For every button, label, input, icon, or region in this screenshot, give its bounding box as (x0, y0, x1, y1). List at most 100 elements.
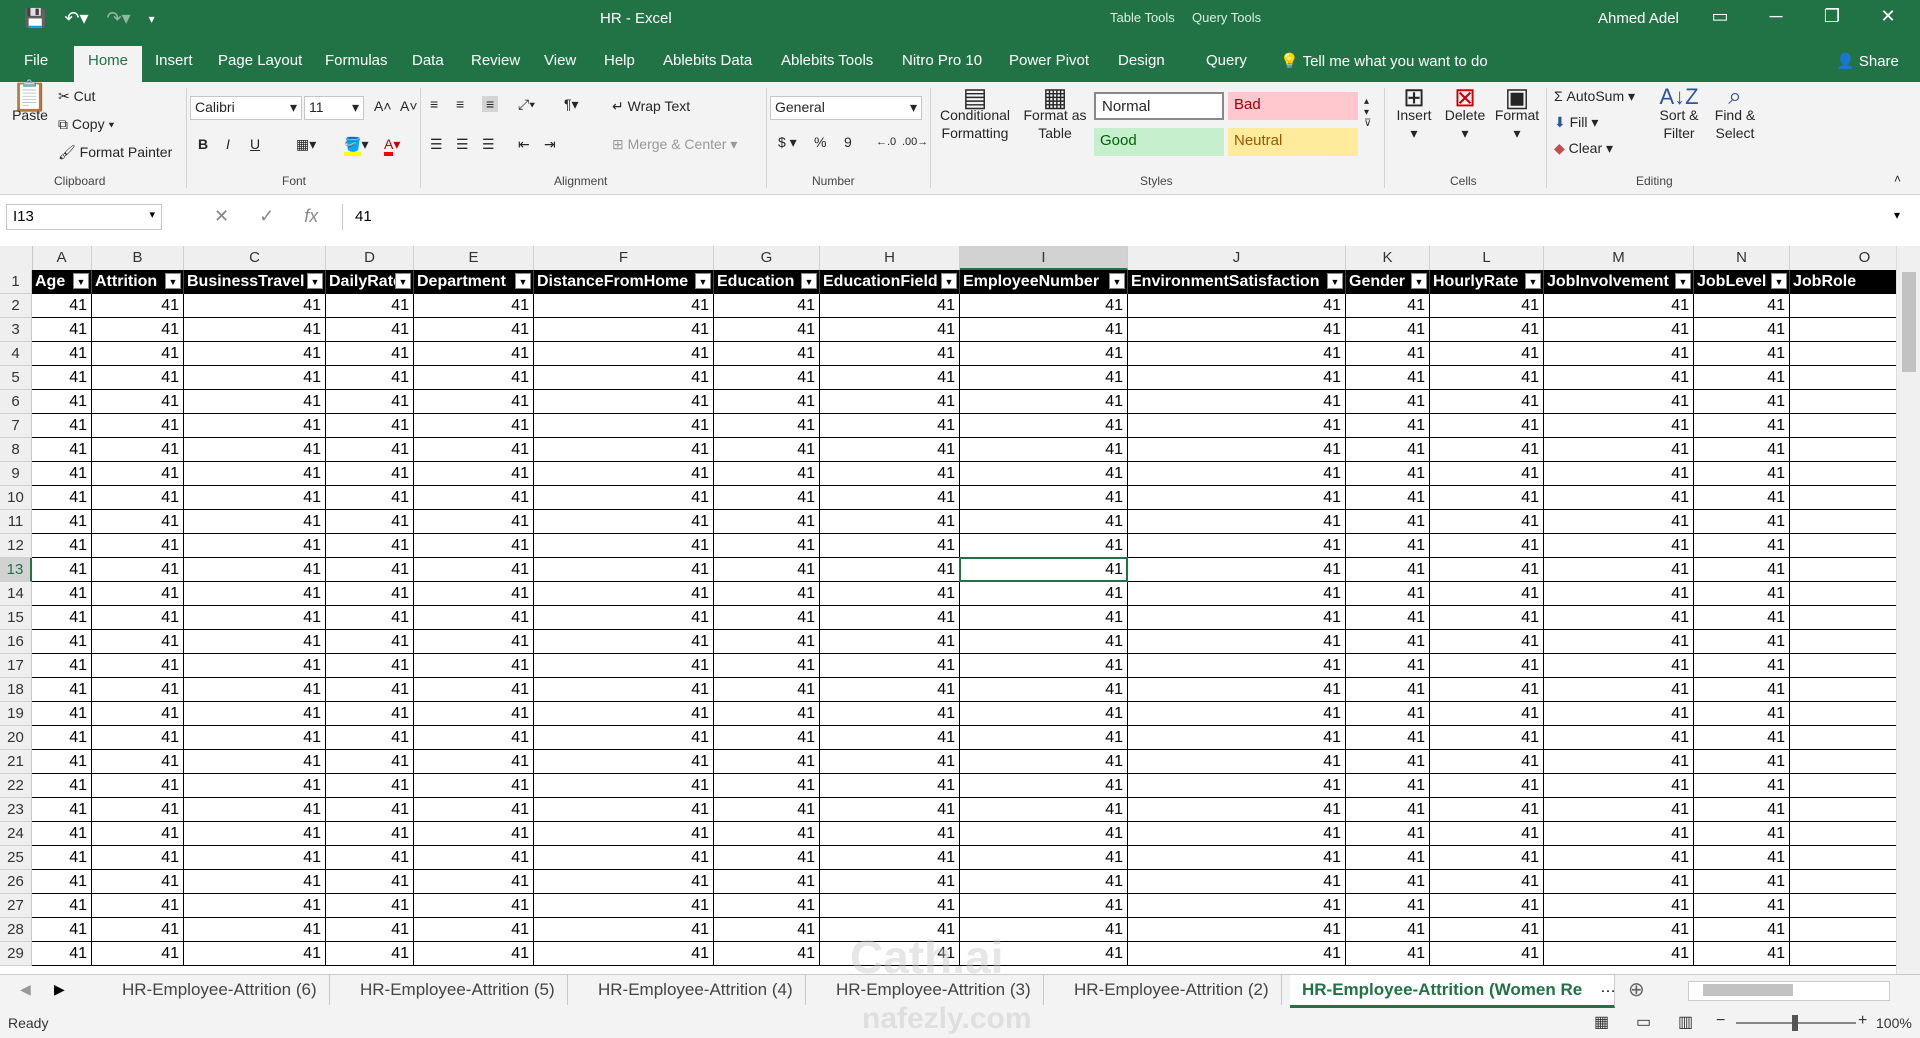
table-cell[interactable]: 41 (714, 918, 820, 942)
table-cell[interactable]: 41 (960, 630, 1128, 654)
table-cell[interactable]: 41 (714, 534, 820, 558)
table-cell[interactable]: 41 (1346, 894, 1430, 918)
table-cell[interactable]: 41 (414, 870, 534, 894)
minimize-icon[interactable]: ─ (1756, 6, 1796, 27)
table-cell[interactable]: 41 (1346, 558, 1430, 582)
merge-center-button[interactable]: ⊞ Merge & Center ▾ (612, 136, 737, 153)
table-cell[interactable]: 41 (1694, 678, 1790, 702)
cut-button[interactable]: ✂ Cut (58, 88, 95, 105)
table-cell[interactable]: 41 (1128, 414, 1346, 438)
table-cell[interactable]: 41 (820, 726, 960, 750)
table-cell[interactable]: 41 (414, 462, 534, 486)
table-cell[interactable]: 41 (960, 366, 1128, 390)
format-as-table-button[interactable]: ▦ Format as Table (1020, 84, 1090, 142)
table-cell[interactable]: 41 (326, 294, 414, 318)
table-cell[interactable]: 41 (714, 798, 820, 822)
table-cell[interactable]: 41 (714, 678, 820, 702)
table-cell[interactable]: 41 (1346, 870, 1430, 894)
increase-decimal-icon[interactable]: ←.0 (876, 136, 896, 148)
table-cell[interactable]: 41 (326, 942, 414, 966)
table-cell[interactable]: 41 (820, 870, 960, 894)
table-cell[interactable]: 41 (1346, 678, 1430, 702)
table-cell[interactable]: 41 (820, 390, 960, 414)
zoom-slider-thumb[interactable] (1792, 1015, 1798, 1031)
tab-query[interactable]: Query (1206, 52, 1247, 69)
table-cell[interactable]: 41 (32, 414, 92, 438)
comma-style-button[interactable]: 9 (844, 134, 852, 150)
table-cell[interactable]: 41 (820, 774, 960, 798)
table-cell[interactable]: 41 (326, 606, 414, 630)
table-cell[interactable]: 41 (326, 582, 414, 606)
table-cell[interactable]: 41 (1430, 438, 1544, 462)
table-cell[interactable]: 41 (534, 366, 714, 390)
table-cell[interactable]: 41 (714, 510, 820, 534)
table-cell[interactable]: 41 (960, 822, 1128, 846)
table-cell[interactable]: 41 (414, 342, 534, 366)
table-cell[interactable]: 41 (1694, 294, 1790, 318)
table-cell[interactable]: 41 (714, 582, 820, 606)
save-icon[interactable]: 💾 (24, 8, 46, 29)
row-header[interactable]: 11 (0, 510, 32, 534)
column-header[interactable]: A (32, 246, 92, 270)
table-cell[interactable]: 41 (1430, 918, 1544, 942)
table-cell[interactable] (1790, 870, 1896, 894)
table-cell[interactable]: 41 (1346, 342, 1430, 366)
table-cell[interactable]: 41 (1694, 942, 1790, 966)
table-cell[interactable]: 41 (1128, 726, 1346, 750)
italic-button[interactable]: I (226, 136, 230, 152)
table-cell[interactable]: 41 (1128, 582, 1346, 606)
filter-dropdown-icon[interactable]: ▼ (1327, 273, 1343, 289)
table-cell[interactable]: 41 (32, 870, 92, 894)
table-cell[interactable]: 41 (1544, 558, 1694, 582)
table-header-cell[interactable]: EmployeeNumber ▼ (960, 270, 1128, 294)
table-cell[interactable]: 41 (714, 486, 820, 510)
table-cell[interactable]: 41 (1346, 750, 1430, 774)
filter-dropdown-icon[interactable]: ▼ (165, 273, 181, 289)
format-painter-button[interactable]: 🖌 Format Painter (58, 144, 172, 161)
table-cell[interactable]: 41 (1430, 726, 1544, 750)
table-cell[interactable]: 41 (960, 318, 1128, 342)
table-cell[interactable]: 41 (1128, 558, 1346, 582)
tab-power-pivot[interactable]: Power Pivot (1009, 52, 1089, 69)
table-cell[interactable]: 41 (1346, 414, 1430, 438)
table-cell[interactable]: 41 (820, 534, 960, 558)
collapse-ribbon-icon[interactable]: ˄ (1894, 172, 1901, 186)
table-cell[interactable]: 41 (534, 510, 714, 534)
table-cell[interactable]: 41 (1694, 342, 1790, 366)
table-cell[interactable]: 41 (1694, 606, 1790, 630)
row-header[interactable]: 8 (0, 438, 32, 462)
table-cell[interactable]: 41 (414, 558, 534, 582)
table-cell[interactable]: 41 (1128, 390, 1346, 414)
table-cell[interactable]: 41 (960, 510, 1128, 534)
table-cell[interactable]: 41 (1346, 318, 1430, 342)
row-header[interactable]: 22 (0, 774, 32, 798)
table-cell[interactable]: 41 (1544, 534, 1694, 558)
table-cell[interactable]: 41 (820, 438, 960, 462)
table-cell[interactable]: 41 (414, 702, 534, 726)
table-cell[interactable]: 41 (32, 726, 92, 750)
table-cell[interactable]: 41 (1544, 582, 1694, 606)
orientation-icon[interactable]: ⤢▾ (518, 96, 535, 113)
decrease-decimal-icon[interactable]: .00→ (902, 136, 928, 148)
table-cell[interactable]: 41 (1430, 462, 1544, 486)
table-cell[interactable]: 41 (414, 294, 534, 318)
table-cell[interactable] (1790, 798, 1896, 822)
copy-button[interactable]: ⧉ Copy ▾ (58, 116, 114, 133)
table-cell[interactable]: 41 (1430, 654, 1544, 678)
table-cell[interactable]: 41 (1128, 318, 1346, 342)
table-cell[interactable]: 41 (1544, 942, 1694, 966)
table-cell[interactable]: 41 (1128, 486, 1346, 510)
table-cell[interactable] (1790, 630, 1896, 654)
row-header[interactable]: 27 (0, 894, 32, 918)
table-cell[interactable]: 41 (1430, 870, 1544, 894)
table-cell[interactable]: 41 (534, 342, 714, 366)
table-cell[interactable]: 41 (326, 390, 414, 414)
column-header[interactable]: K (1346, 246, 1430, 270)
table-cell[interactable]: 41 (820, 894, 960, 918)
table-cell[interactable]: 41 (1694, 822, 1790, 846)
table-cell[interactable]: 41 (184, 654, 326, 678)
table-cell[interactable]: 41 (1346, 366, 1430, 390)
table-cell[interactable]: 41 (92, 582, 184, 606)
table-cell[interactable] (1790, 462, 1896, 486)
filter-dropdown-icon[interactable]: ▼ (1525, 273, 1541, 289)
